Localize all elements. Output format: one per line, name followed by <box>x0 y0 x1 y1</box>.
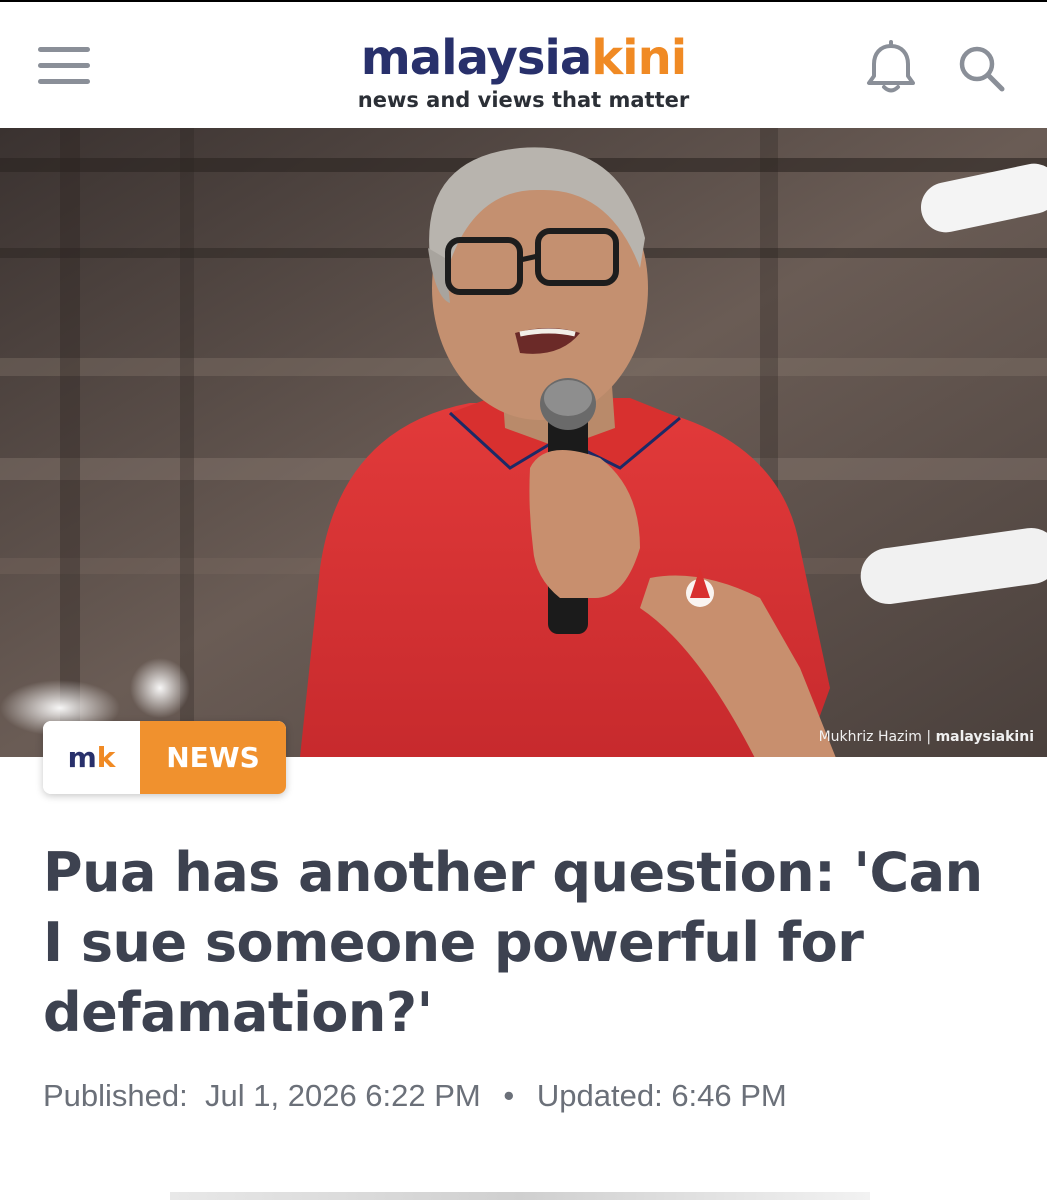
speaker-photo <box>0 128 1047 757</box>
article-headline: Pua has another question: 'Can I sue som… <box>43 841 983 1044</box>
search-icon <box>959 46 1005 92</box>
category-label: NEWS <box>140 721 286 794</box>
photo-credit: Mukhriz Hazim | malaysiakini <box>818 729 1034 745</box>
notifications-button[interactable] <box>864 40 918 96</box>
logo-part-malaysia: malaysia <box>360 30 592 86</box>
credit-outlet: malaysiakini <box>935 729 1034 745</box>
top-bar: malaysiakini news and views that matter <box>0 0 1047 128</box>
mk-logo-k: k <box>96 741 116 774</box>
mk-logo-icon: mk <box>43 721 140 794</box>
mk-logo-m: m <box>67 741 97 774</box>
hero-photo[interactable]: Mukhriz Hazim | malaysiakini <box>0 128 1047 757</box>
logo-part-kini: kini <box>591 30 687 86</box>
published-label: Published: <box>43 1078 188 1113</box>
search-button[interactable] <box>955 42 1007 94</box>
updated-label: Updated: <box>536 1078 663 1113</box>
meta-separator: • <box>503 1078 515 1113</box>
bell-icon <box>867 40 915 93</box>
article-meta: Published: Jul 1, 2026 6:22 PM • Updated… <box>43 1078 787 1114</box>
credit-author: Mukhriz Hazim <box>818 729 922 745</box>
updated-timestamp: 6:46 PM <box>671 1078 787 1113</box>
published-timestamp: Jul 1, 2026 6:22 PM <box>205 1078 481 1113</box>
news-category-badge[interactable]: mk NEWS <box>43 721 286 794</box>
next-content-peek <box>170 1192 870 1200</box>
